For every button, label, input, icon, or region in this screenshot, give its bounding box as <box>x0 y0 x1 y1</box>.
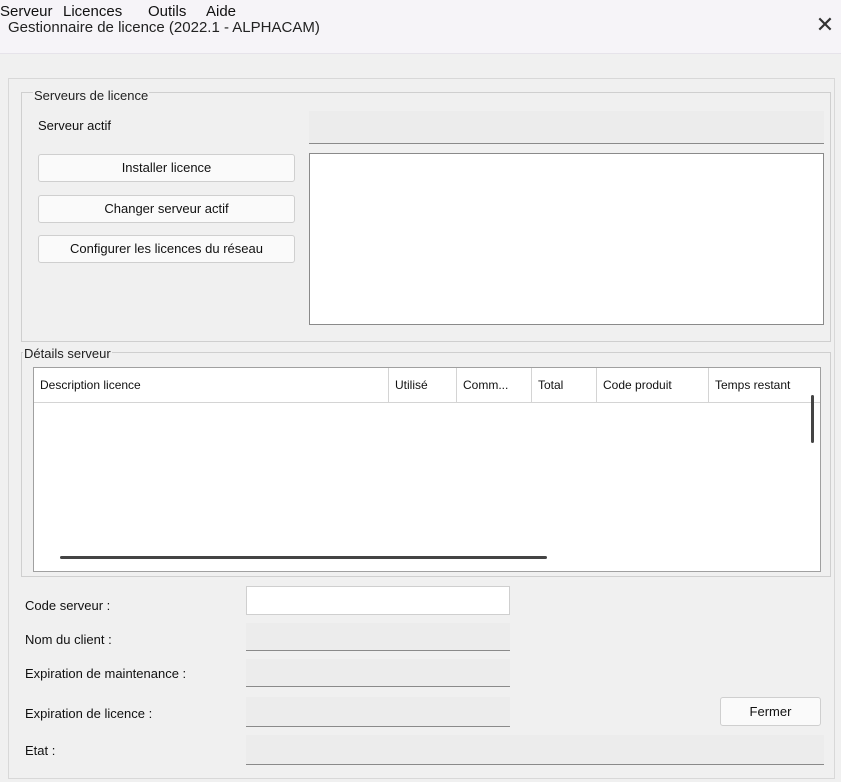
menu-serveur[interactable]: Serveur <box>0 3 53 20</box>
client-name-field[interactable] <box>246 623 510 651</box>
close-button[interactable]: Fermer <box>720 697 821 726</box>
maintenance-expiration-field[interactable] <box>246 659 510 687</box>
close-icon[interactable]: ✕ <box>812 12 838 38</box>
server-code-field[interactable] <box>246 586 510 615</box>
change-active-server-button[interactable]: Changer serveur actif <box>38 195 295 223</box>
window-title: Gestionnaire de licence (2022.1 - ALPHAC… <box>8 19 320 36</box>
column-header-product-code[interactable]: Code produit <box>597 368 709 403</box>
license-expiration-label: Expiration de licence : <box>25 706 153 721</box>
column-header-total[interactable]: Total <box>532 368 597 403</box>
column-header-comments[interactable]: Comm... <box>457 368 532 403</box>
active-server-field[interactable] <box>309 111 824 144</box>
state-label: Etat : <box>25 743 56 758</box>
menu-outils[interactable]: Outils <box>148 3 186 20</box>
license-table[interactable]: Description licence Utilisé Comm... Tota… <box>33 367 821 572</box>
column-header-description[interactable]: Description licence <box>34 368 389 403</box>
license-servers-group-label: Serveurs de licence <box>33 88 150 103</box>
client-name-label: Nom du client : <box>25 632 112 647</box>
server-list[interactable] <box>309 153 824 325</box>
license-expiration-field[interactable] <box>246 697 510 727</box>
state-field[interactable] <box>246 735 824 765</box>
column-header-used[interactable]: Utilisé <box>389 368 457 403</box>
menu-licences[interactable]: Licences <box>63 3 122 20</box>
vertical-scrollbar[interactable] <box>811 395 814 443</box>
maintenance-expiration-label: Expiration de maintenance : <box>25 666 187 681</box>
server-details-group-label: Détails serveur <box>23 346 112 361</box>
install-license-button[interactable]: Installer licence <box>38 154 295 182</box>
server-code-label: Code serveur : <box>25 598 111 613</box>
menu-aide[interactable]: Aide <box>206 3 236 20</box>
horizontal-scrollbar[interactable] <box>60 556 547 559</box>
menu-bar <box>0 54 841 78</box>
column-header-time-remaining[interactable]: Temps restant <box>709 368 820 403</box>
configure-network-licenses-button[interactable]: Configurer les licences du réseau <box>38 235 295 263</box>
active-server-label: Serveur actif <box>38 118 111 133</box>
